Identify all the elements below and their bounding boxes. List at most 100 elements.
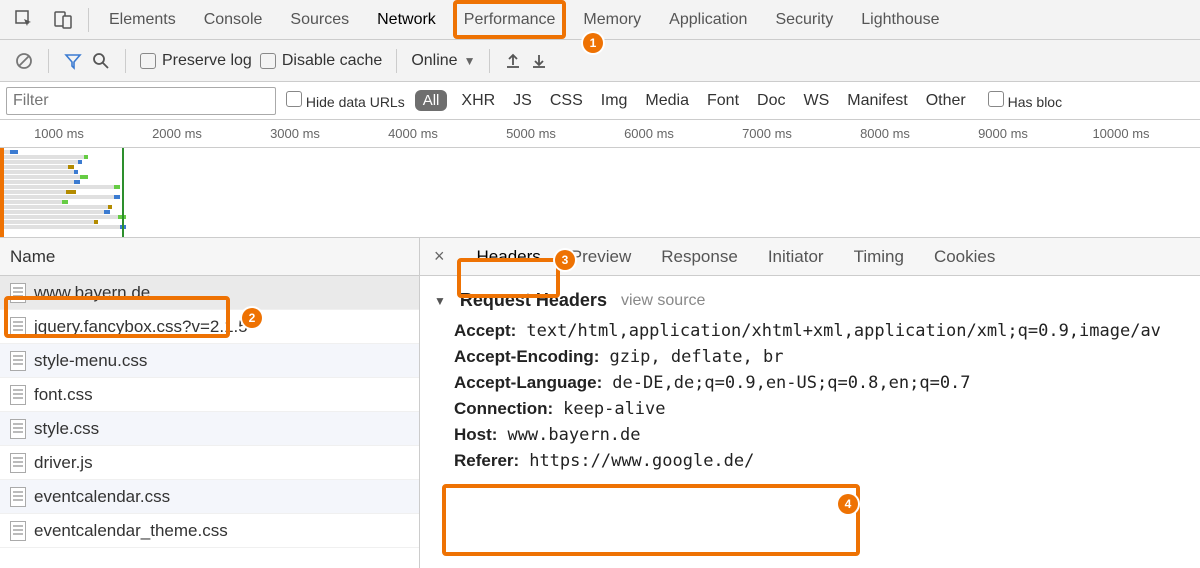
tab-application[interactable]: Application	[655, 0, 761, 39]
detail-tab-timing[interactable]: Timing	[848, 243, 910, 271]
header-key: Referer:	[454, 451, 519, 471]
filter-type-ws[interactable]: WS	[799, 92, 833, 110]
header-value: de-DE,de;q=0.9,en-US;q=0.8,en;q=0.7	[612, 373, 970, 393]
filter-bar: Hide data URLs All XHR JS CSS Img Media …	[0, 82, 1200, 120]
filter-type-xhr[interactable]: XHR	[457, 92, 499, 110]
tab-security[interactable]: Security	[761, 0, 847, 39]
timeline-ruler: 1000 ms 2000 ms 3000 ms 4000 ms 5000 ms …	[0, 120, 1200, 148]
tab-lighthouse[interactable]: Lighthouse	[847, 0, 953, 39]
filter-type-img[interactable]: Img	[597, 92, 632, 110]
disclosure-triangle-icon: ▼	[434, 294, 446, 308]
detail-tab-initiator[interactable]: Initiator	[762, 243, 830, 271]
filter-input[interactable]	[6, 87, 276, 115]
tab-memory[interactable]: Memory	[569, 0, 655, 39]
tab-network[interactable]: Network	[363, 0, 450, 39]
search-icon[interactable]	[91, 51, 111, 71]
ruler-tick: 8000 ms	[826, 126, 944, 141]
hide-data-urls-checkbox[interactable]: Hide data URLs	[286, 91, 405, 110]
has-blocked-checkbox[interactable]: Has bloc	[988, 91, 1062, 110]
ruler-tick: 9000 ms	[944, 126, 1062, 141]
ruler-tick: 7000 ms	[708, 126, 826, 141]
name-column-header[interactable]: Name	[0, 238, 419, 276]
request-name: jquery.fancybox.css?v=2.1.5	[34, 317, 248, 337]
request-name: www.bayern.de	[34, 283, 150, 303]
inspect-element-icon[interactable]	[6, 9, 44, 31]
download-har-icon[interactable]	[530, 52, 548, 70]
detail-tab-preview[interactable]: Preview	[565, 243, 637, 271]
devtools-tabs: Elements Console Sources Network Perform…	[0, 0, 1200, 40]
request-row[interactable]: jquery.fancybox.css?v=2.1.5	[0, 310, 419, 344]
filter-type-media[interactable]: Media	[641, 92, 693, 110]
document-icon	[10, 283, 26, 303]
filter-type-doc[interactable]: Doc	[753, 92, 789, 110]
throttling-select[interactable]: Online ▼	[411, 52, 475, 70]
checkbox-icon	[140, 53, 156, 69]
filter-type-css[interactable]: CSS	[546, 92, 587, 110]
header-row: Host: www.bayern.de	[454, 425, 1186, 445]
request-row[interactable]: font.css	[0, 378, 419, 412]
divider	[396, 49, 397, 73]
filter-type-other[interactable]: Other	[922, 92, 970, 110]
document-icon	[10, 419, 26, 439]
request-list: www.bayern.de jquery.fancybox.css?v=2.1.…	[0, 276, 419, 568]
hide-data-urls-label: Hide data URLs	[306, 94, 405, 110]
filter-type-all[interactable]: All	[415, 90, 448, 111]
request-row[interactable]: www.bayern.de	[0, 276, 419, 310]
ruler-tick: 3000 ms	[236, 126, 354, 141]
preserve-log-checkbox[interactable]: Preserve log	[140, 52, 252, 70]
ruler-tick: 4000 ms	[354, 126, 472, 141]
detail-tab-response[interactable]: Response	[655, 243, 744, 271]
device-toggle-icon[interactable]	[44, 9, 82, 31]
throttling-value: Online	[411, 52, 457, 70]
filter-type-manifest[interactable]: Manifest	[843, 92, 911, 110]
ruler-tick: 1000 ms	[0, 126, 118, 141]
close-icon[interactable]: ×	[426, 246, 453, 267]
request-name: style.css	[34, 419, 99, 439]
request-name: style-menu.css	[34, 351, 147, 371]
ruler-tick: 6000 ms	[590, 126, 708, 141]
main-panel: Name www.bayern.de jquery.fancybox.css?v…	[0, 238, 1200, 568]
checkbox-icon	[286, 91, 302, 107]
request-row[interactable]: driver.js	[0, 446, 419, 480]
divider	[48, 49, 49, 73]
header-value: text/html,application/xhtml+xml,applicat…	[526, 321, 1161, 341]
request-row[interactable]: style-menu.css	[0, 344, 419, 378]
tab-elements[interactable]: Elements	[95, 0, 190, 39]
header-key: Host:	[454, 425, 497, 445]
request-name: font.css	[34, 385, 93, 405]
header-value: https://www.google.de/	[529, 451, 754, 471]
request-row[interactable]: eventcalendar_theme.css	[0, 514, 419, 548]
tab-performance[interactable]: Performance	[450, 0, 570, 39]
filter-type-font[interactable]: Font	[703, 92, 743, 110]
ruler-tick: 10000 ms	[1062, 126, 1180, 141]
detail-tab-headers[interactable]: Headers	[471, 243, 547, 271]
header-value: www.bayern.de	[507, 425, 640, 445]
document-icon	[10, 487, 26, 507]
request-headers-section[interactable]: ▼ Request Headers view source	[434, 290, 1186, 311]
divider	[88, 8, 89, 32]
divider	[489, 49, 490, 73]
request-row[interactable]: style.css	[0, 412, 419, 446]
filter-type-js[interactable]: JS	[509, 92, 536, 110]
request-detail-panel: × Headers Preview Response Initiator Tim…	[420, 238, 1200, 568]
disable-cache-label: Disable cache	[282, 52, 383, 70]
document-icon	[10, 521, 26, 541]
tab-console[interactable]: Console	[190, 0, 277, 39]
filter-funnel-icon[interactable]	[63, 51, 83, 71]
detail-tab-cookies[interactable]: Cookies	[928, 243, 1001, 271]
headers-body: ▼ Request Headers view source Accept: te…	[420, 276, 1200, 568]
header-key: Accept-Language:	[454, 373, 602, 393]
disable-cache-checkbox[interactable]: Disable cache	[260, 52, 383, 70]
view-source-link[interactable]: view source	[621, 292, 705, 310]
request-row[interactable]: eventcalendar.css	[0, 480, 419, 514]
header-key: Connection:	[454, 399, 553, 419]
header-key: Accept:	[454, 321, 516, 341]
clear-icon[interactable]	[14, 51, 34, 71]
upload-har-icon[interactable]	[504, 52, 522, 70]
request-name: eventcalendar_theme.css	[34, 521, 228, 541]
document-icon	[10, 453, 26, 473]
timeline-overview[interactable]	[0, 148, 1200, 238]
tab-sources[interactable]: Sources	[276, 0, 363, 39]
detail-tabs: × Headers Preview Response Initiator Tim…	[420, 238, 1200, 276]
header-row: Accept-Encoding: gzip, deflate, br	[454, 347, 1186, 367]
